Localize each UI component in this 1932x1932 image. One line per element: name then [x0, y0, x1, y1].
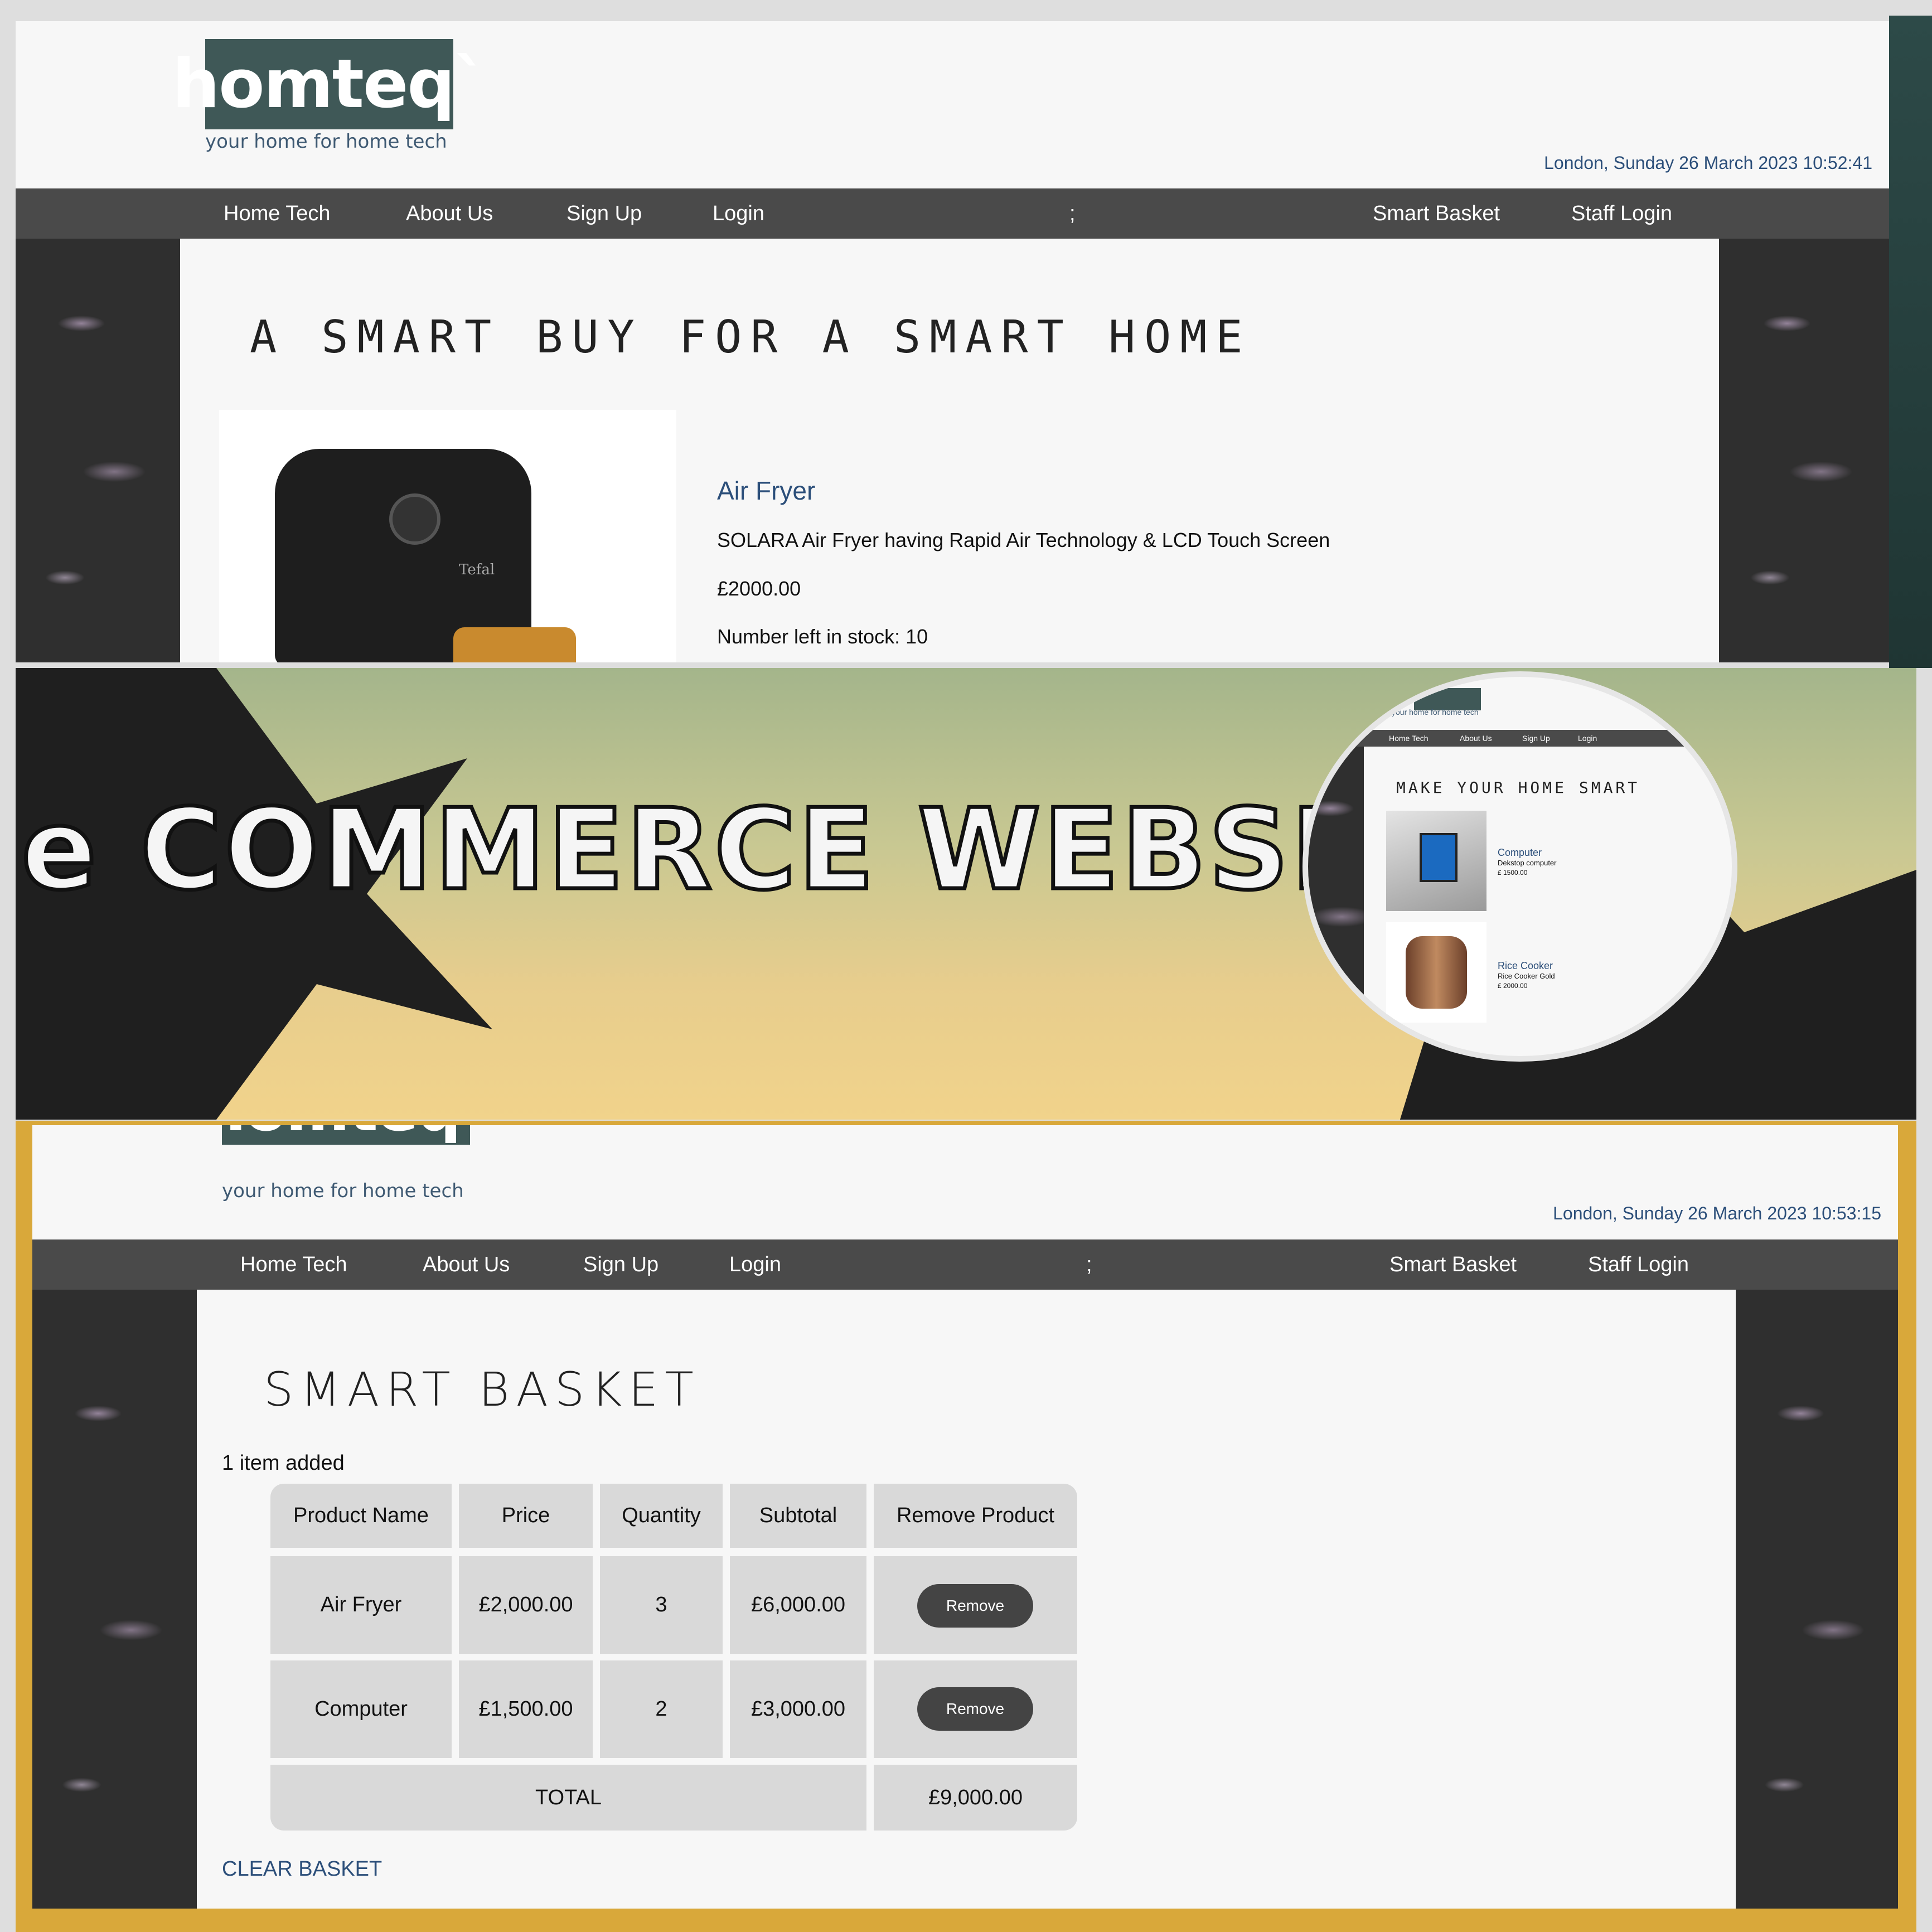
remove-button-2[interactable]: Remove: [917, 1687, 1033, 1731]
col-price: Price: [459, 1484, 593, 1548]
inset-product-price-2: £ 2000.00: [1498, 982, 1528, 990]
nav-smart-basket[interactable]: Smart Basket: [1373, 202, 1500, 226]
inset-product-name[interactable]: Computer: [1498, 847, 1542, 859]
tagline-bottom: your home for home tech: [222, 1180, 464, 1202]
clear-basket-link[interactable]: CLEAR BASKET: [222, 1857, 382, 1881]
inset-nav: Home Tech About Us Sign Up Login: [1308, 730, 1732, 747]
table-row-price: £2,000.00: [459, 1556, 593, 1654]
nav-staff-login-b[interactable]: Staff Login: [1588, 1253, 1689, 1277]
left-background: [16, 239, 180, 662]
table-row-quantity-2: 2: [600, 1660, 723, 1758]
nav-home-tech[interactable]: Home Tech: [224, 202, 331, 226]
product-price: £2000.00: [717, 577, 801, 600]
inset-logo: [1414, 688, 1481, 710]
nav-sign-up[interactable]: Sign Up: [566, 202, 642, 226]
col-remove-product: Remove Product: [874, 1484, 1077, 1548]
nav-login-b[interactable]: Login: [729, 1253, 781, 1277]
logo-text-bottom: homteq`: [222, 1125, 470, 1145]
product-image[interactable]: Tefal: [219, 410, 676, 662]
inset-nav-sign-up[interactable]: Sign Up: [1522, 734, 1550, 743]
total-value: £9,000.00: [874, 1765, 1077, 1831]
basket-heading: SMART BASKET: [264, 1362, 700, 1417]
page-heading: A SMART BUY FOR A SMART HOME: [250, 311, 1252, 363]
items-added-text: 1 item added: [222, 1451, 345, 1475]
top-screenshot: homteq` your home for home tech London, …: [16, 21, 1889, 662]
datetime-bottom: London, Sunday 26 March 2023 10:53:15: [1553, 1203, 1881, 1223]
logo[interactable]: homteq`: [172, 39, 487, 129]
nav-separator-b: ;: [1086, 1252, 1092, 1276]
bottom-screenshot: homteq` your home for home tech London, …: [16, 1121, 1916, 1932]
table-row-subtotal: £6,000.00: [730, 1556, 866, 1654]
nav-staff-login[interactable]: Staff Login: [1571, 202, 1672, 226]
col-product-name: Product Name: [270, 1484, 452, 1548]
inset-product-description-2: Rice Cooker Gold: [1498, 972, 1555, 980]
table-row-name: Air Fryer: [270, 1556, 452, 1654]
air-fryer-knob-icon: [389, 493, 440, 545]
right-background: [1719, 239, 1889, 662]
col-subtotal: Subtotal: [730, 1484, 866, 1548]
inset-heading: MAKE YOUR HOME SMART: [1396, 778, 1640, 797]
inset-nav-home-tech[interactable]: Home Tech: [1389, 734, 1429, 743]
inset-product-price: £ 1500.00: [1498, 869, 1528, 877]
left-background-b: [32, 1290, 197, 1909]
monitor-icon: [1420, 833, 1458, 882]
nav-separator: ;: [1069, 201, 1076, 225]
product-stock: Number left in stock: 10: [717, 625, 928, 648]
nav-sign-up-b[interactable]: Sign Up: [583, 1253, 658, 1277]
tagline: your home for home tech: [205, 130, 447, 153]
nav-about-us-b[interactable]: About Us: [423, 1253, 510, 1277]
bottom-header: homteq` your home for home tech London, …: [32, 1125, 1898, 1239]
rice-cooker-icon: [1406, 936, 1467, 1009]
computer-image[interactable]: [1386, 811, 1486, 911]
right-edge-decoration: [1889, 16, 1932, 668]
inset-left-bg: [1308, 747, 1364, 1056]
total-label: TOTAL: [270, 1765, 866, 1831]
preview-inset: your home for home tech Home Tech About …: [1302, 671, 1737, 1062]
inset-nav-login[interactable]: Login: [1578, 734, 1597, 743]
nav-smart-basket-b[interactable]: Smart Basket: [1389, 1253, 1517, 1277]
table-row-price-2: £1,500.00: [459, 1660, 593, 1758]
inset-product-description: Dekstop computer: [1498, 859, 1557, 867]
top-header: homteq` your home for home tech London, …: [16, 21, 1889, 188]
bottom-nav-bar: Home Tech About Us Sign Up Login ; Smart…: [32, 1239, 1898, 1290]
remove-button[interactable]: Remove: [917, 1584, 1033, 1628]
rice-cooker-image[interactable]: [1386, 922, 1486, 1023]
basket-content: SMART BASKET 1 item added Product Name P…: [197, 1290, 1736, 1909]
table-row-subtotal-2: £3,000.00: [730, 1660, 866, 1758]
nav-about-us[interactable]: About Us: [406, 202, 493, 226]
datetime: London, Sunday 26 March 2023 10:52:41: [1544, 153, 1872, 173]
nav-login[interactable]: Login: [713, 202, 764, 226]
bottom-frame: homteq` your home for home tech London, …: [32, 1125, 1898, 1909]
top-nav-bar: Home Tech About Us Sign Up Login ; Smart…: [16, 188, 1889, 239]
logo-fragment[interactable]: homteq`: [222, 1125, 470, 1145]
inset-tagline: your home for home tech: [1392, 708, 1479, 716]
top-content: A SMART BUY FOR A SMART HOME Tefal Air F…: [180, 239, 1719, 662]
banner: e COMMERCE WEBSITE your home for home te…: [16, 668, 1916, 1120]
col-quantity: Quantity: [600, 1484, 723, 1548]
brand-mark: Tefal: [459, 561, 495, 578]
fries-icon: [453, 627, 576, 662]
inset-product-name-2[interactable]: Rice Cooker: [1498, 960, 1553, 972]
table-row-quantity: 3: [600, 1556, 723, 1654]
inset-nav-about-us[interactable]: About Us: [1460, 734, 1492, 743]
logo-text: homteq`: [172, 45, 488, 123]
product-description: SOLARA Air Fryer having Rapid Air Techno…: [717, 529, 1330, 551]
table-row-name-2: Computer: [270, 1660, 452, 1758]
product-name[interactable]: Air Fryer: [717, 476, 815, 506]
right-background-b: [1736, 1290, 1898, 1909]
nav-home-tech-b[interactable]: Home Tech: [240, 1253, 347, 1277]
banner-title: e COMMERCE WEBSITE: [20, 783, 1492, 917]
